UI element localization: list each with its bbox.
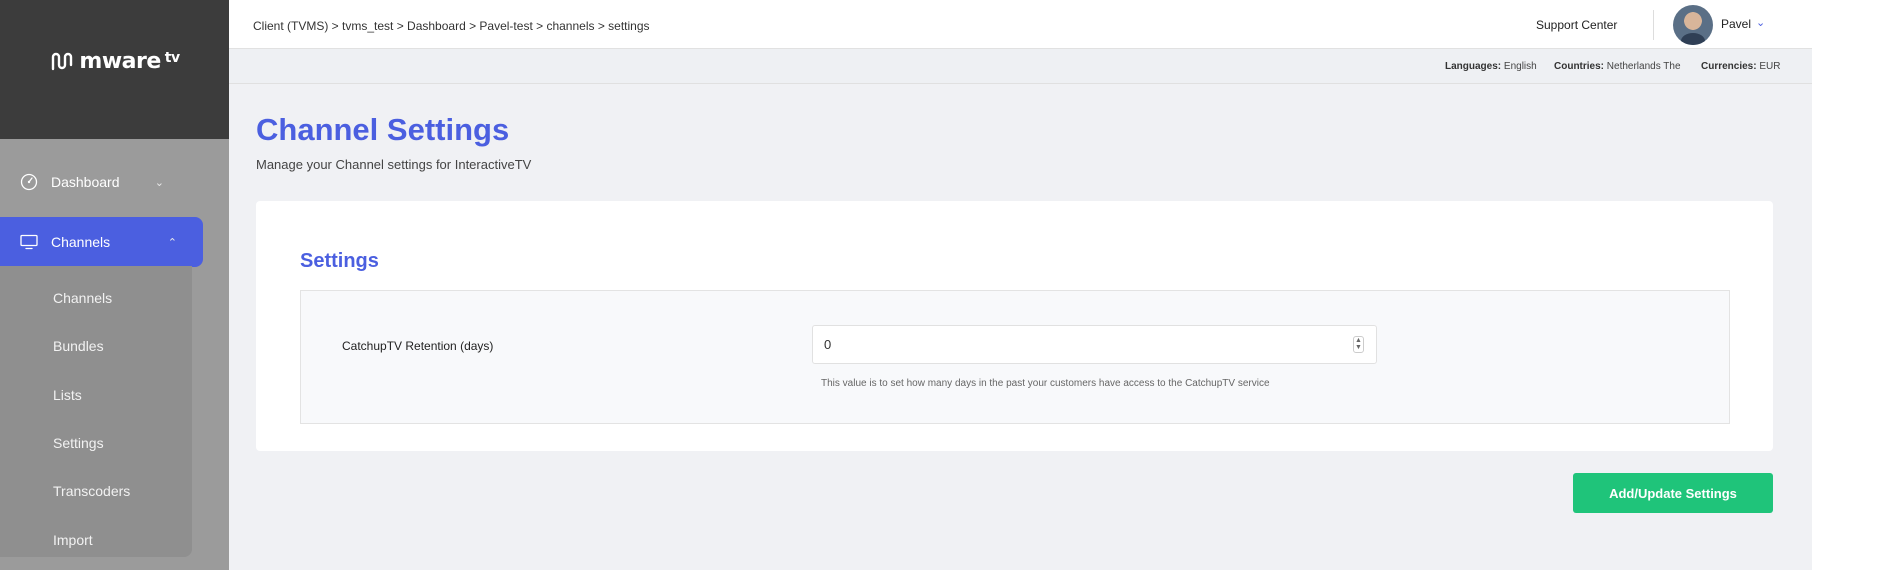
sidebar-item-label: Channels <box>51 234 111 250</box>
logo-area: mware tv <box>0 0 229 139</box>
languages-label: Languages: <box>1445 61 1502 72</box>
page-subtitle: Manage your Channel settings for Interac… <box>256 157 532 172</box>
user-name[interactable]: Pavel <box>1721 17 1751 31</box>
monitor-icon <box>19 232 39 252</box>
countries-value: Netherlands The <box>1606 61 1681 72</box>
chevron-up-icon: ⌃ <box>167 236 177 249</box>
currencies-value: EUR <box>1759 61 1781 72</box>
avatar[interactable] <box>1673 5 1713 45</box>
submenu-item-bundles[interactable]: Bundles <box>53 338 104 354</box>
logo-sup: tv <box>164 49 180 66</box>
field-hint: This value is to set how many days in th… <box>821 378 1270 389</box>
mware-logo-icon <box>52 52 73 70</box>
logo-text: mware <box>79 49 161 74</box>
countries-info: Countries: Netherlands The <box>1554 61 1681 72</box>
submenu-item-lists[interactable]: Lists <box>53 387 82 403</box>
sidebar-item-label: Dashboard <box>51 174 120 190</box>
chevron-down-icon: ⌄ <box>154 176 164 189</box>
catchup-retention-label: CatchupTV Retention (days) <box>342 339 494 353</box>
currencies-info: Currencies: EUR <box>1701 61 1780 72</box>
submenu-item-channels[interactable]: Channels <box>53 290 112 306</box>
settings-form-panel: CatchupTV Retention (days) ▲▼ This value… <box>300 290 1730 424</box>
add-update-settings-button[interactable]: Add/Update Settings <box>1573 473 1773 513</box>
speedometer-icon <box>19 172 39 192</box>
submenu-item-settings[interactable]: Settings <box>53 435 104 451</box>
countries-label: Countries: <box>1554 61 1604 72</box>
page-title: Channel Settings <box>256 112 510 147</box>
submenu-item-transcoders[interactable]: Transcoders <box>53 483 130 499</box>
locale-info-bar: Languages: English Countries: Netherland… <box>229 49 1812 84</box>
languages-value: English <box>1503 61 1537 72</box>
card-title: Settings <box>300 250 379 272</box>
catchup-retention-input-wrap: ▲▼ <box>812 325 1377 364</box>
brand-logo[interactable]: mware tv <box>49 49 180 75</box>
sidebar-item-dashboard[interactable]: Dashboard ⌄ <box>0 157 190 207</box>
topbar: Client (TVMS) > tvms_test > Dashboard > … <box>229 0 1812 49</box>
main-content: Channel Settings Manage your Channel set… <box>229 84 1812 570</box>
sidebar-item-channels[interactable]: Channels ⌃ <box>0 217 203 267</box>
sidebar: mware tv Dashboard ⌄ Channels ⌃ Channels … <box>0 0 229 570</box>
currencies-label: Currencies: <box>1701 61 1757 72</box>
chevron-down-icon[interactable]: ⌄ <box>1756 16 1765 29</box>
channels-submenu: Channels Bundles Lists Settings Transcod… <box>0 266 192 557</box>
breadcrumb[interactable]: Client (TVMS) > tvms_test > Dashboard > … <box>253 19 650 33</box>
number-stepper-icon[interactable]: ▲ ▼ <box>1353 336 1364 353</box>
blank-margin <box>1812 0 1890 570</box>
settings-card: Settings CatchupTV Retention (days) ▲▼ T… <box>256 201 1773 451</box>
divider <box>1653 10 1654 40</box>
support-center-link[interactable]: Support Center <box>1536 18 1617 32</box>
catchup-retention-input[interactable] <box>813 326 1333 363</box>
submenu-item-import[interactable]: Import <box>53 532 93 548</box>
languages-info: Languages: English <box>1445 61 1537 72</box>
